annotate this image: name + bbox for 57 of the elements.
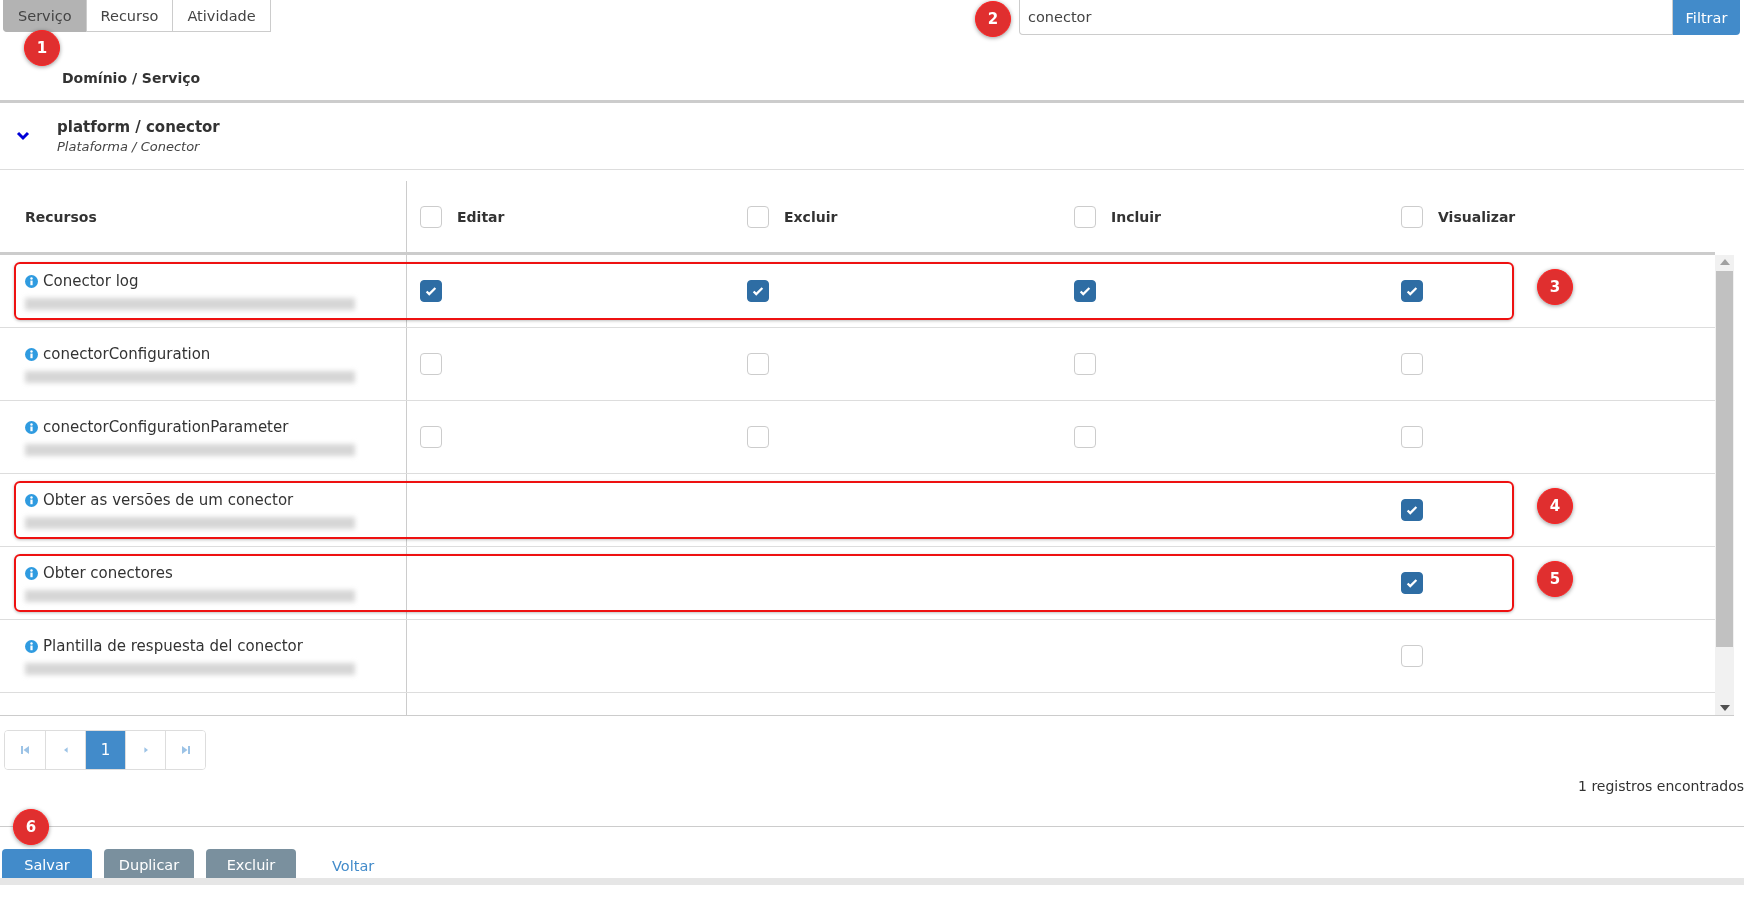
- info-icon[interactable]: [25, 493, 38, 507]
- info-icon[interactable]: [25, 566, 38, 580]
- checkbox[interactable]: [1401, 280, 1423, 302]
- back-link[interactable]: Voltar: [332, 858, 375, 878]
- tab[interactable]: Recurso: [85, 0, 174, 32]
- callout-marker: 4: [1537, 488, 1573, 524]
- column-header: Incluir: [1111, 208, 1161, 225]
- callout-marker: 1: [24, 30, 60, 66]
- resource-name: Plantilla de respuesta del conector: [43, 637, 303, 655]
- checkmark-icon: [1405, 503, 1419, 517]
- checkbox[interactable]: [1401, 499, 1423, 521]
- column-header: Recursos: [25, 208, 98, 225]
- arrow-down-icon[interactable]: [1719, 705, 1730, 711]
- skip-back-icon: [20, 745, 30, 755]
- info-icon[interactable]: [25, 347, 38, 361]
- tab[interactable]: Atividade: [172, 0, 271, 32]
- arrow-up-icon[interactable]: [1719, 259, 1730, 265]
- info-icon[interactable]: [25, 639, 38, 653]
- page-button[interactable]: 1: [85, 731, 125, 769]
- resource-name: Obter as versões de um conector: [43, 491, 294, 509]
- resource-name: conectorConfiguration: [43, 345, 211, 363]
- checkbox[interactable]: [747, 280, 769, 302]
- chevron-down-icon[interactable]: [16, 129, 30, 143]
- column-header: Visualizar: [1438, 208, 1516, 225]
- checkmark-icon: [1405, 576, 1419, 590]
- last-page-button[interactable]: [165, 731, 205, 769]
- scrollbar[interactable]: [1715, 255, 1734, 715]
- column-header: Editar: [457, 208, 505, 225]
- triangle-right-icon: [141, 745, 150, 755]
- checkmark-icon: [1405, 284, 1419, 298]
- info-icon[interactable]: [25, 420, 38, 434]
- column-header: Domínio / Serviço: [62, 70, 201, 86]
- action-button[interactable]: Excluir: [206, 849, 296, 878]
- record-count: 1 registros encontrados: [1578, 778, 1744, 794]
- resource-name: Conector log: [43, 272, 139, 290]
- tab[interactable]: Serviço: [3, 0, 87, 32]
- callout-marker: 5: [1537, 561, 1573, 597]
- group-subtitle: Plataforma / Conector: [57, 139, 201, 154]
- skip-forward-icon: [180, 745, 191, 755]
- callout-marker: 6: [13, 809, 49, 845]
- checkmark-icon: [1078, 284, 1092, 298]
- callout-marker: 3: [1537, 269, 1573, 305]
- checkmark-icon: [424, 284, 438, 298]
- filter-button[interactable]: Filtrar: [1673, 0, 1740, 35]
- save-button[interactable]: Salvar: [2, 849, 92, 878]
- resource-name: Obter conectores: [43, 564, 173, 582]
- checkmark-icon: [751, 284, 765, 298]
- group-title: platform / conector: [57, 118, 220, 136]
- info-icon[interactable]: [25, 274, 38, 288]
- action-button[interactable]: Duplicar: [104, 849, 194, 878]
- resource-name: conectorConfigurationParameter: [43, 418, 289, 436]
- column-header: Excluir: [784, 208, 838, 225]
- search-field[interactable]: conector: [1019, 0, 1673, 35]
- callout-marker: 2: [975, 1, 1011, 37]
- checkbox[interactable]: [1074, 280, 1096, 302]
- checkbox[interactable]: [420, 280, 442, 302]
- checkbox[interactable]: [1401, 572, 1423, 594]
